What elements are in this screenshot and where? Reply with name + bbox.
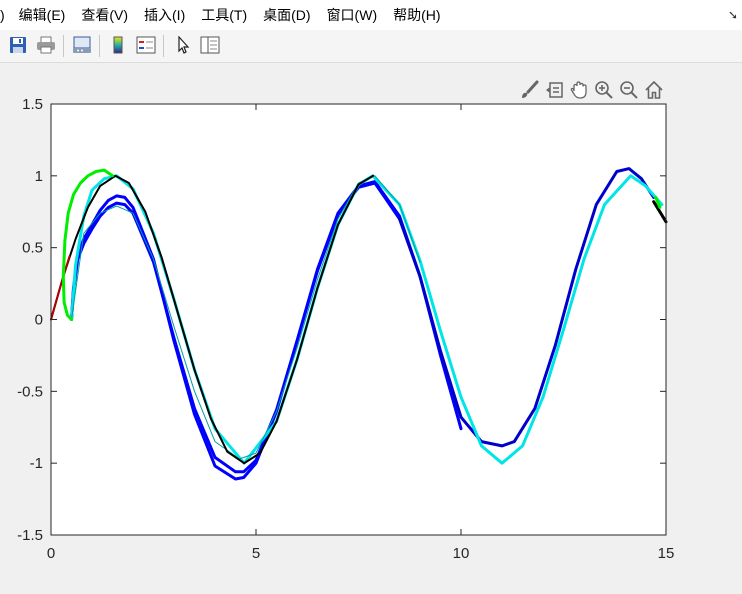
y-tick-label: -1: [30, 455, 43, 472]
y-tick-label: 0: [35, 312, 43, 329]
axes-background: [51, 104, 666, 535]
y-tick-label: 1: [35, 168, 43, 185]
x-tick-label: 5: [252, 545, 260, 562]
y-tick-label: -0.5: [17, 383, 43, 400]
y-tick-label: 0.5: [22, 240, 43, 257]
x-tick-label: 0: [47, 545, 55, 562]
x-tick-label: 10: [453, 545, 470, 562]
x-tick-label: 15: [658, 545, 675, 562]
y-tick-label: -1.5: [17, 527, 43, 544]
y-tick-label: 1.5: [22, 96, 43, 113]
line-chart: 0 5 10 15 -1.5 -1 -0.5 0 0.5 1 1.5: [17, 96, 675, 562]
